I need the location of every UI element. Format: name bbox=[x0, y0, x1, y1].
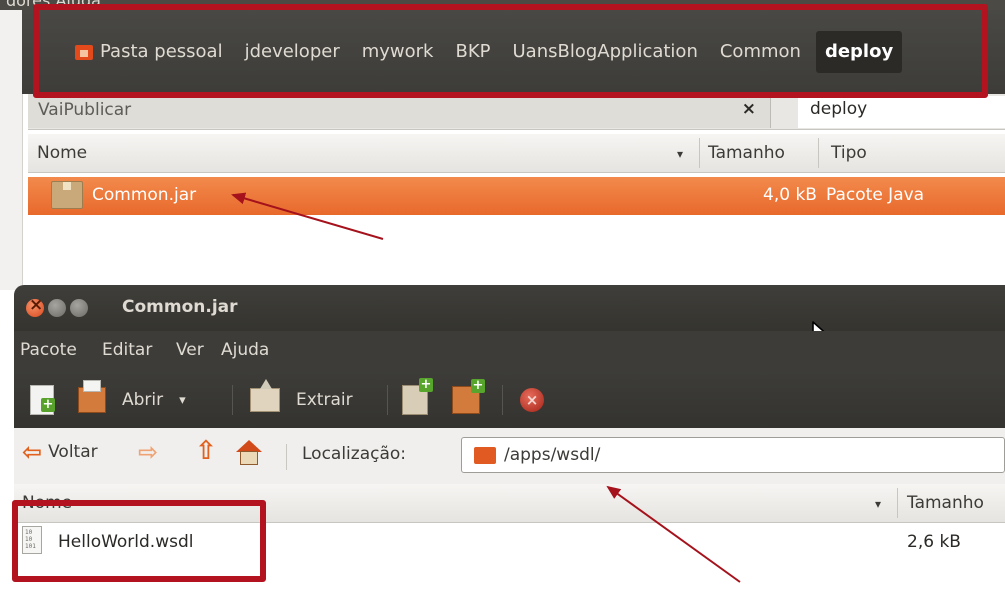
arrow-to-location-path bbox=[606, 485, 741, 583]
annotation-arrows bbox=[231, 192, 741, 583]
arrow-to-common-jar bbox=[231, 192, 384, 240]
